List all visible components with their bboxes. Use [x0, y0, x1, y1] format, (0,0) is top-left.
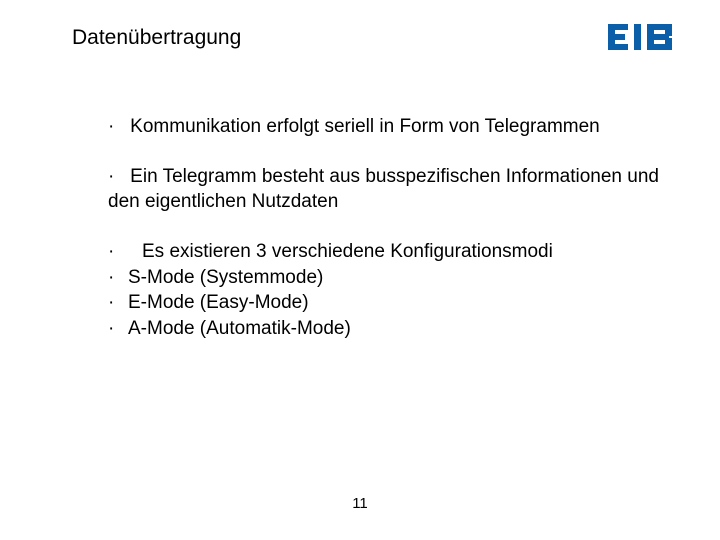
bullet-icon: · — [108, 290, 128, 316]
slide-body: · Kommunikation erfolgt seriell in Form … — [108, 114, 660, 341]
header: Datenübertragung — [72, 26, 684, 55]
bullet-text: E-Mode (Easy-Mode) — [128, 290, 309, 316]
bullet-icon: · — [108, 166, 130, 187]
bullet-item: · Kommunikation erfolgt seriell in Form … — [108, 114, 660, 140]
bullet-icon: · — [108, 316, 128, 342]
bullet-item: · Ein Telegramm besteht aus busspezifisc… — [108, 164, 660, 215]
page-number: 11 — [0, 495, 720, 512]
bullet-text: Kommunikation erfolgt seriell in Form vo… — [130, 116, 600, 137]
slide-title: Datenübertragung — [72, 26, 241, 50]
bullet-text: S-Mode (Systemmode) — [128, 265, 323, 291]
bullet-item: · S-Mode (Systemmode) — [108, 265, 660, 291]
bullet-text: Ein Telegramm besteht aus busspezifische… — [108, 166, 659, 213]
bullet-group: · Es existieren 3 verschiedene Konfigura… — [108, 239, 660, 342]
eib-logo-icon — [608, 24, 684, 55]
bullet-text: Es existieren 3 verschiedene Konfigurati… — [142, 239, 553, 265]
bullet-icon: · — [108, 116, 130, 137]
bullet-icon: · — [108, 265, 128, 291]
bullet-item: · A-Mode (Automatik-Mode) — [108, 316, 660, 342]
bullet-item: · E-Mode (Easy-Mode) — [108, 290, 660, 316]
bullet-text: A-Mode (Automatik-Mode) — [128, 316, 351, 342]
slide: Datenübertragung — [0, 0, 720, 540]
bullet-item: · Es existieren 3 verschiedene Konfigura… — [108, 239, 660, 265]
bullet-icon: · — [108, 239, 142, 265]
